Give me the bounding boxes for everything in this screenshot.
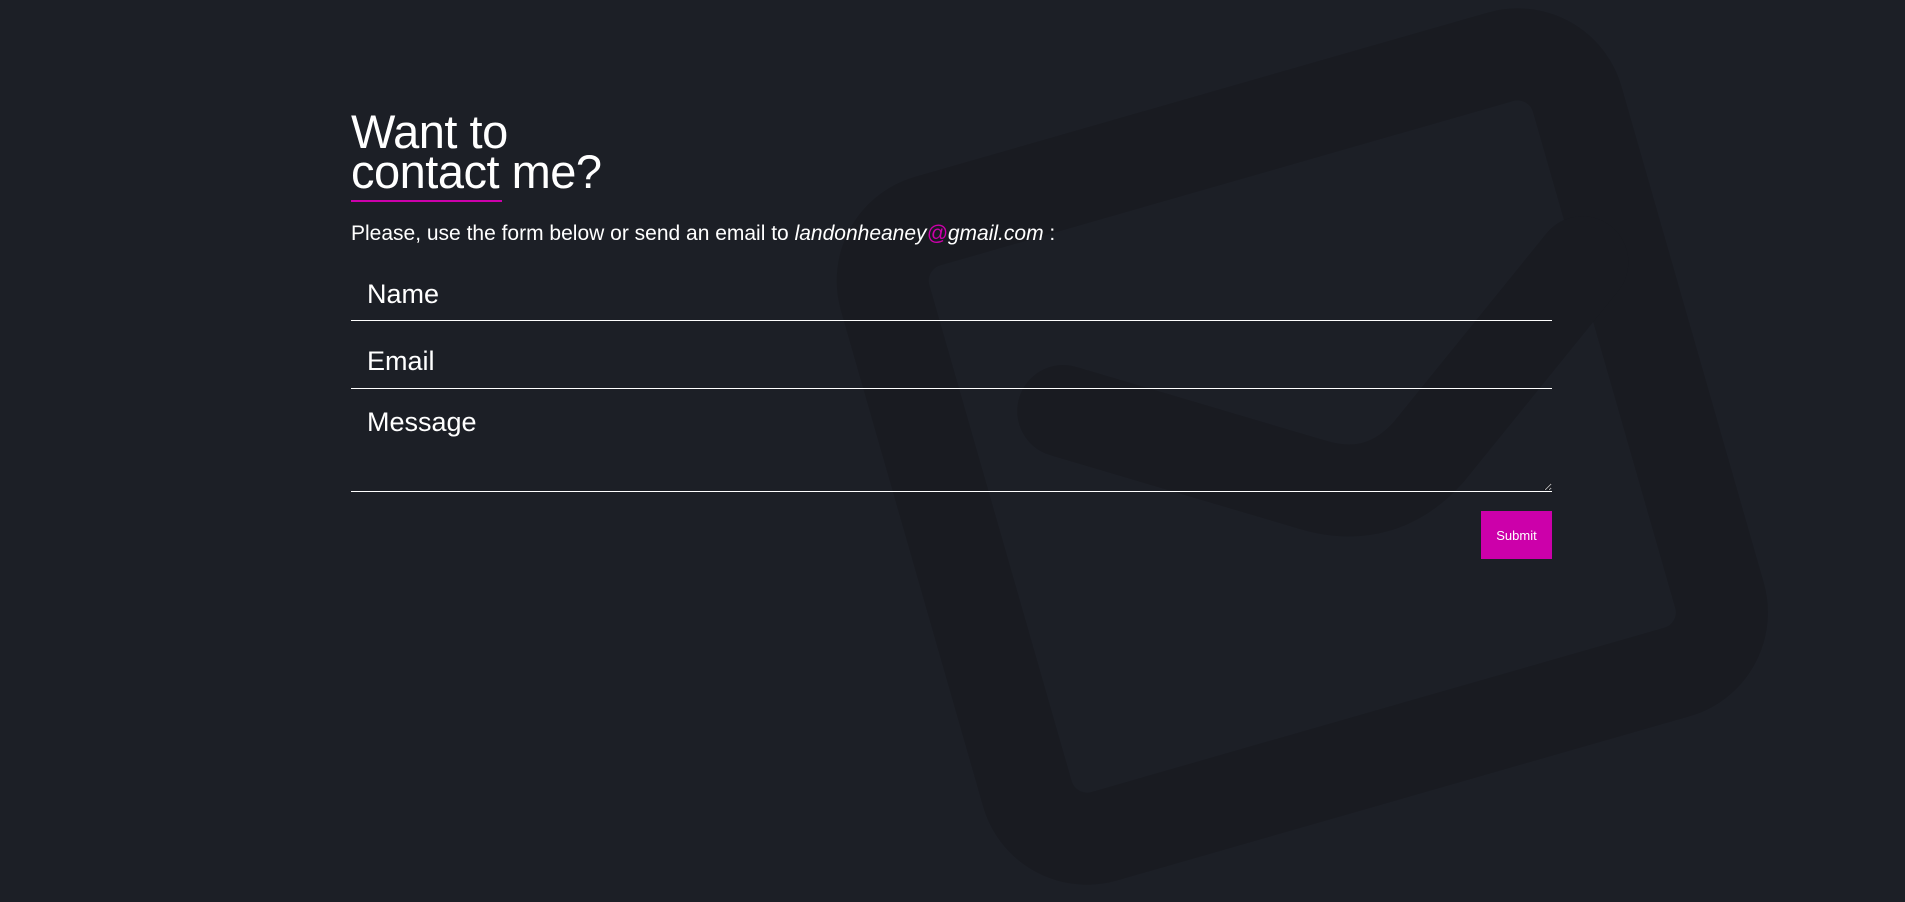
intro-text: Please, use the form below or send an em… [351, 220, 1552, 248]
contact-section: Want to contact me? Please, use the form… [351, 108, 1552, 559]
email-at-sign: @ [926, 222, 948, 245]
message-field[interactable] [351, 389, 1552, 492]
email-address: landonheaney@gmail.com [795, 222, 1044, 245]
intro-text-before: Please, use the form below or send an em… [351, 222, 795, 245]
email-user: landonheaney [794, 222, 927, 245]
contact-form: Submit [351, 262, 1552, 559]
form-actions: Submit [351, 511, 1552, 559]
name-field[interactable] [351, 262, 1552, 321]
page-title: Want to contact me? [351, 108, 1552, 198]
title-underline [351, 200, 502, 202]
intro-text-after: : [1049, 222, 1056, 245]
title-line-2: contact me? [351, 145, 602, 198]
email-field[interactable] [351, 321, 1552, 389]
email-domain: gmail.com [947, 222, 1044, 245]
submit-button[interactable]: Submit [1481, 511, 1552, 559]
